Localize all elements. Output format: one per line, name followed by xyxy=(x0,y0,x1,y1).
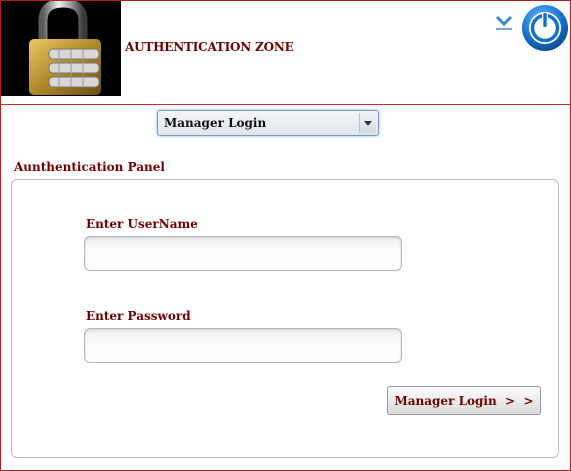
password-label: Enter Password xyxy=(86,309,191,323)
username-input[interactable] xyxy=(84,236,402,271)
header: AUTHENTICATION ZONE xyxy=(1,1,570,105)
login-type-selected: Manager Login xyxy=(164,116,267,130)
manager-login-button[interactable]: Manager Login > > xyxy=(387,386,541,415)
login-type-select[interactable]: Manager Login xyxy=(157,110,379,136)
chevron-down-icon[interactable] xyxy=(493,13,515,33)
panel-title: Aunthentication Panel xyxy=(14,160,165,174)
padlock-logo xyxy=(1,1,121,96)
username-label: Enter UserName xyxy=(86,217,198,231)
dropdown-arrow-icon[interactable] xyxy=(359,113,376,133)
power-icon[interactable] xyxy=(521,4,569,52)
padlock-icon xyxy=(29,1,101,95)
password-input[interactable] xyxy=(84,328,402,363)
app-title: AUTHENTICATION ZONE xyxy=(125,40,294,54)
